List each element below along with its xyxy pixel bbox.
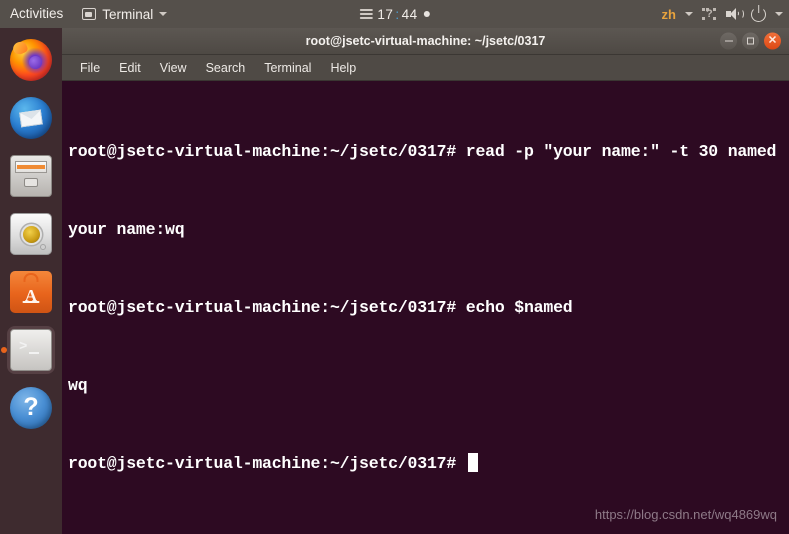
chevron-down-icon <box>159 12 168 16</box>
watermark: https://blog.csdn.net/wq4869wq <box>594 507 777 522</box>
dock-item-help[interactable] <box>7 384 55 432</box>
terminal-line-with-cursor: root@jsetc-virtual-machine:~/jsetc/0317# <box>68 451 783 477</box>
dock: A <box>0 28 62 534</box>
minimize-button[interactable] <box>720 32 737 50</box>
ubuntu-software-icon: A <box>10 271 52 313</box>
language-indicator[interactable]: zh <box>662 7 676 22</box>
terminal-window: root@jsetc-virtual-machine: ~/jsetc/0317… <box>62 28 789 534</box>
power-icon[interactable] <box>751 6 766 22</box>
dock-item-files[interactable] <box>7 152 55 200</box>
thunderbird-icon <box>10 97 52 139</box>
terminal-prompt: root@jsetc-virtual-machine:~/jsetc/0317# <box>68 454 466 473</box>
terminal-line: root@jsetc-virtual-machine:~/jsetc/0317#… <box>68 142 777 161</box>
minimize-icon <box>724 40 733 42</box>
system-tray: zh ? <box>662 0 783 28</box>
dock-item-rhythmbox[interactable] <box>7 210 55 258</box>
chevron-down-icon[interactable] <box>685 12 693 16</box>
maximize-icon <box>747 37 754 45</box>
menu-item-terminal[interactable]: Terminal <box>256 58 319 78</box>
speaker-icon[interactable] <box>726 7 744 21</box>
help-icon <box>10 387 52 429</box>
window-controls: ✕ <box>720 32 781 50</box>
close-button[interactable]: ✕ <box>764 32 781 50</box>
rhythmbox-icon <box>10 213 52 255</box>
clock-area[interactable]: 17:44 <box>359 0 430 28</box>
clock-text: 17:44 <box>377 7 417 22</box>
menu-item-edit[interactable]: Edit <box>111 58 149 78</box>
terminal-line: your name:wq <box>68 220 185 239</box>
menu-item-file[interactable]: File <box>72 58 108 78</box>
dock-item-thunderbird[interactable] <box>7 94 55 142</box>
terminal-icon <box>82 8 97 20</box>
activities-button[interactable]: Activities <box>0 0 74 28</box>
dock-item-terminal[interactable] <box>7 326 55 374</box>
window-title-bar[interactable]: root@jsetc-virtual-machine: ~/jsetc/0317… <box>62 28 789 55</box>
terminal-line: wq <box>68 376 88 395</box>
keyboard-question-icon[interactable]: ? <box>702 7 717 21</box>
files-icon <box>10 155 52 197</box>
notification-dot-icon <box>423 11 430 17</box>
dock-item-ubuntu-software[interactable]: A <box>7 268 55 316</box>
maximize-button[interactable] <box>742 32 759 50</box>
clock-minutes: 44 <box>401 6 418 22</box>
window-title: root@jsetc-virtual-machine: ~/jsetc/0317 <box>305 34 546 48</box>
top-bar: Activities Terminal 17:44 zh ? <box>0 0 789 28</box>
menu-bar: File Edit View Search Terminal Help <box>62 55 789 81</box>
terminal-icon <box>10 329 52 371</box>
clock-hours: 17 <box>377 6 394 22</box>
close-icon: ✕ <box>767 34 778 47</box>
terminal-output: root@jsetc-virtual-machine:~/jsetc/0317#… <box>64 85 789 529</box>
menu-item-search[interactable]: Search <box>198 58 254 78</box>
dock-item-firefox[interactable] <box>7 36 55 84</box>
app-menu-label: Terminal <box>102 6 154 22</box>
hamburger-icon <box>359 9 373 19</box>
terminal-body[interactable]: root@jsetc-virtual-machine:~/jsetc/0317#… <box>62 81 789 534</box>
menu-item-help[interactable]: Help <box>322 58 364 78</box>
firefox-icon <box>10 39 52 81</box>
terminal-cursor <box>467 453 478 472</box>
menu-item-view[interactable]: View <box>152 58 195 78</box>
app-menu[interactable]: Terminal <box>74 0 175 28</box>
chevron-down-icon[interactable] <box>775 12 783 16</box>
terminal-line: root@jsetc-virtual-machine:~/jsetc/0317#… <box>68 298 573 317</box>
